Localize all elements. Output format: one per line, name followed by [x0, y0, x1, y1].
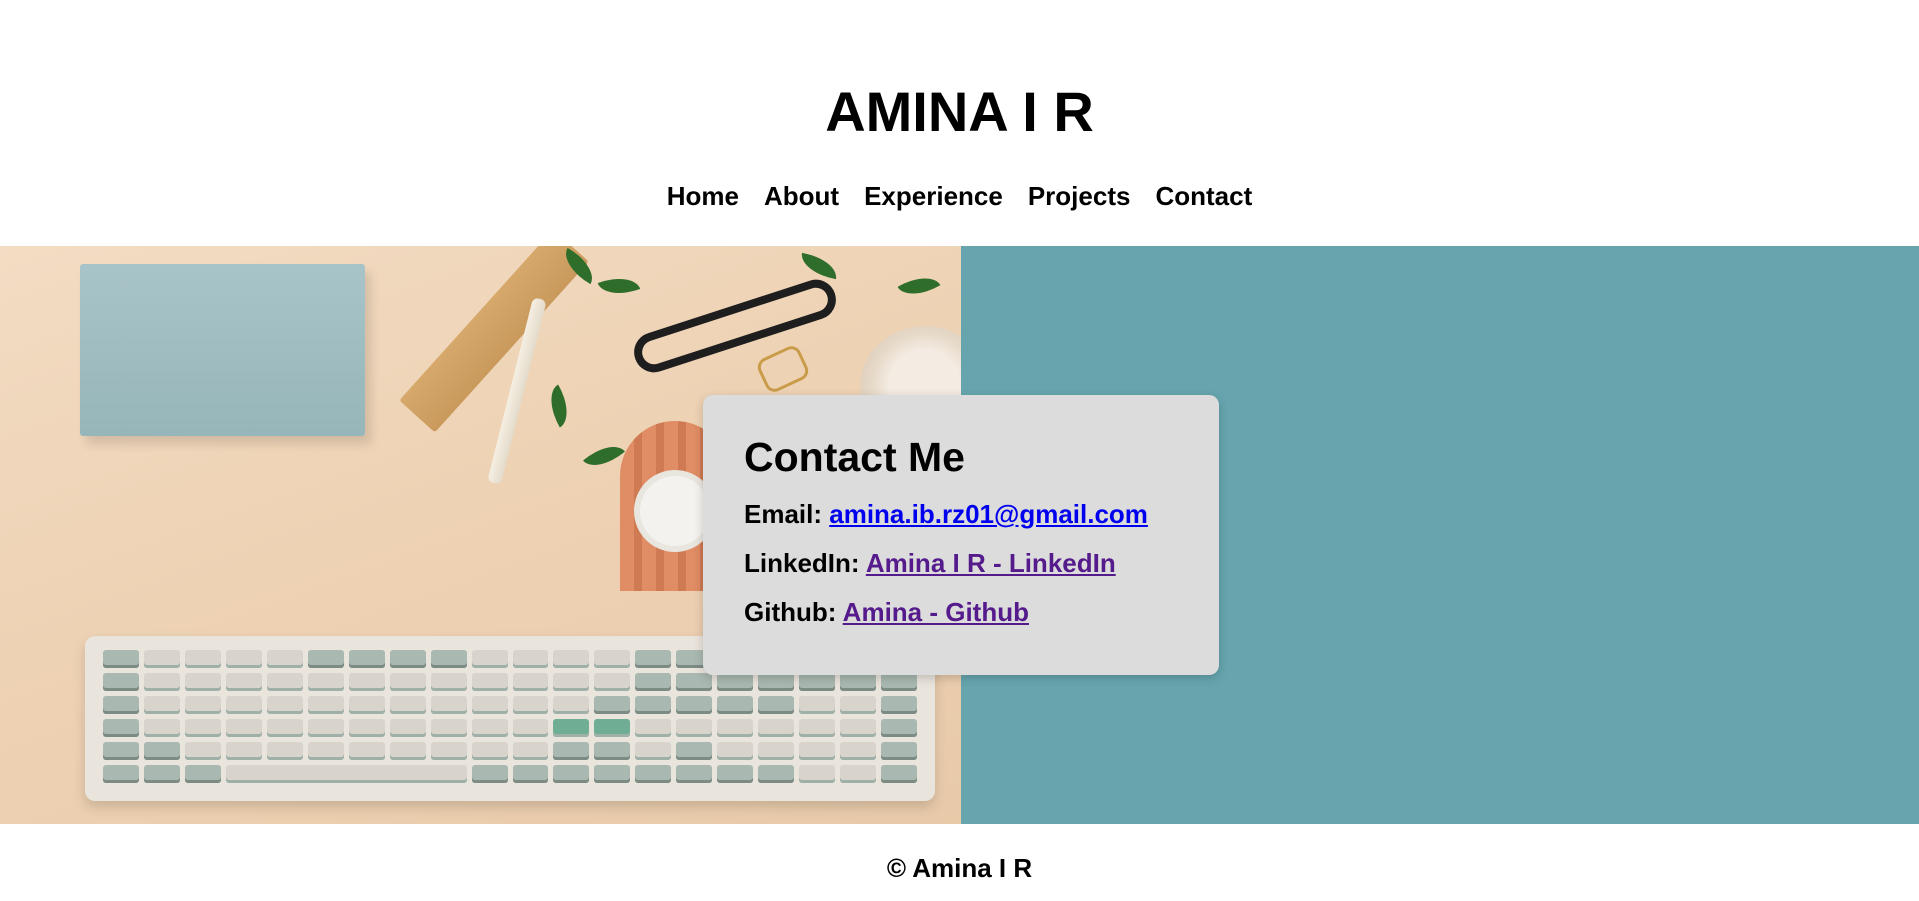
- email-label: Email:: [744, 499, 830, 529]
- leaf-image: [597, 270, 641, 302]
- contact-card: Contact Me Email: amina.ib.rz01@gmail.co…: [703, 395, 1219, 675]
- leaf-image: [583, 436, 625, 476]
- email-row: Email: amina.ib.rz01@gmail.com: [744, 499, 1178, 529]
- paperclip-image: [754, 342, 812, 396]
- mug-image: [640, 476, 710, 546]
- nav-projects[interactable]: Projects: [1028, 178, 1131, 214]
- nav-contact[interactable]: Contact: [1155, 178, 1252, 214]
- github-link[interactable]: Amina - Github: [843, 597, 1029, 627]
- main-nav: Home About Experience Projects Contact: [0, 178, 1919, 214]
- linkedin-label: LinkedIn:: [744, 548, 866, 578]
- leaf-image: [897, 267, 941, 305]
- email-link[interactable]: amina.ib.rz01@gmail.com: [829, 499, 1148, 529]
- leaf-image: [540, 384, 578, 428]
- nav-home[interactable]: Home: [667, 178, 739, 214]
- contact-heading: Contact Me: [744, 434, 965, 480]
- github-row: Github: Amina - Github: [744, 597, 1178, 627]
- site-title: AMINA I R: [825, 80, 1094, 143]
- linkedin-row: LinkedIn: Amina I R - LinkedIn: [744, 548, 1178, 578]
- nav-experience[interactable]: Experience: [864, 178, 1003, 214]
- linkedin-link[interactable]: Amina I R - LinkedIn: [866, 548, 1116, 578]
- github-label: Github:: [744, 597, 843, 627]
- glasses-image: [628, 274, 842, 378]
- gift-box-image: [80, 264, 365, 436]
- footer-copyright: © Amina I R: [886, 853, 1033, 883]
- nav-about[interactable]: About: [764, 178, 839, 214]
- page: AMINA I R Home About Experience Projects…: [0, 0, 1919, 901]
- leaf-image: [798, 252, 840, 280]
